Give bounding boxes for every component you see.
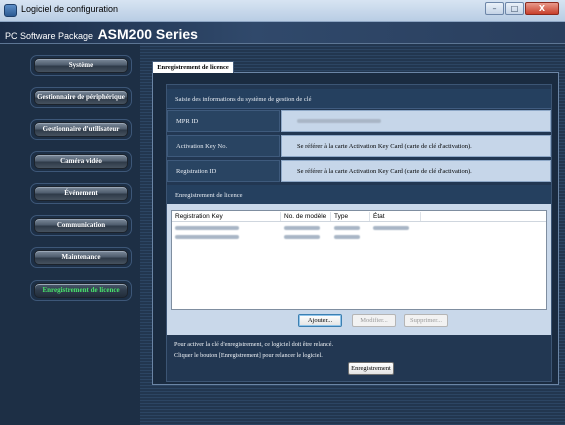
app-icon [4,4,17,17]
mpr-id-label: MPR ID [176,118,199,125]
column-header[interactable]: État [373,213,385,220]
redacted-cell [284,226,320,230]
app-header: PC Software Package ASM200 Series [0,22,565,44]
sidebar-item-utilisateurs[interactable]: Gestionnaire d'utilisateur [34,122,128,137]
minimize-button[interactable]: – [485,2,504,15]
licence-table[interactable]: Registration Key No. de modèle Type État [171,210,547,310]
restart-note: Pour activer la clé d'enregistrement, ce… [174,341,333,348]
column-header[interactable]: Type [334,213,348,220]
column-separator [280,212,281,221]
sidebar-item-peripheriques[interactable]: Gestionnaire de périphérique [34,90,128,105]
column-separator [330,212,331,221]
redacted-cell [334,226,360,230]
sidebar-item-maintenance[interactable]: Maintenance [34,250,128,265]
sidebar-item-camera[interactable]: Caméra vidéo [34,154,128,169]
activation-key-value: Se référer à la carte Activation Key Car… [297,143,472,150]
registration-id-label: Registration ID [176,168,217,175]
column-separator [420,212,421,221]
table-header: Registration Key No. de modèle Type État [172,211,546,222]
table-row[interactable] [172,224,546,232]
sidebar-item-systeme[interactable]: Système [34,58,128,73]
mpr-id-label-cell: MPR ID [167,110,280,132]
activation-key-label: Activation Key No. [176,143,228,150]
close-button[interactable]: X [525,2,559,15]
redacted-value [297,119,381,123]
modify-button[interactable]: Modifier... [352,314,396,327]
registration-id-label-cell: Registration ID [167,160,280,182]
product-prefix: PC Software Package [5,31,94,41]
column-header[interactable]: No. de modèle [284,213,326,220]
activation-key-label-cell: Activation Key No. [167,135,280,157]
column-separator [369,212,370,221]
redacted-cell [175,226,239,230]
redacted-cell [175,235,239,239]
sidebar-item-licence[interactable]: Enregistrement de licence [34,283,128,298]
redacted-cell [284,235,320,239]
window-controls: – □ X [485,2,559,15]
licence-section: Enregistrement de licence [167,185,551,205]
tab-licence[interactable]: Enregistrement de licence [152,61,234,73]
product-title: PC Software Package ASM200 Series [5,26,198,42]
window-title: Logiciel de configuration [21,4,119,14]
registration-id-value-cell: Se référer à la carte Activation Key Car… [281,160,551,182]
title-bar: Logiciel de configuration – □ X [0,0,565,22]
add-button[interactable]: Ajouter... [298,314,342,327]
key-system-section: Saisie des informations du système de ge… [167,89,551,109]
activation-key-value-cell: Se référer à la carte Activation Key Car… [281,135,551,157]
restart-instruction: Cliquer le bouton [Enregistrement] pour … [174,352,323,359]
mpr-id-value-cell [281,110,551,132]
column-header[interactable]: Registration Key [175,213,223,220]
table-row[interactable] [172,233,546,241]
sidebar-item-communication[interactable]: Communication [34,218,128,233]
register-button[interactable]: Enregistrement [348,362,394,375]
delete-button[interactable]: Supprimer... [404,314,448,327]
product-name: ASM200 Series [97,26,198,42]
redacted-cell [373,226,409,230]
section-title: Saisie des informations du système de ge… [175,96,312,103]
sidebar-item-evenement[interactable]: Événement [34,186,128,201]
redacted-cell [334,235,360,239]
registration-id-value: Se référer à la carte Activation Key Car… [297,168,472,175]
section-title: Enregistrement de licence [175,192,243,199]
maximize-button[interactable]: □ [505,2,524,15]
